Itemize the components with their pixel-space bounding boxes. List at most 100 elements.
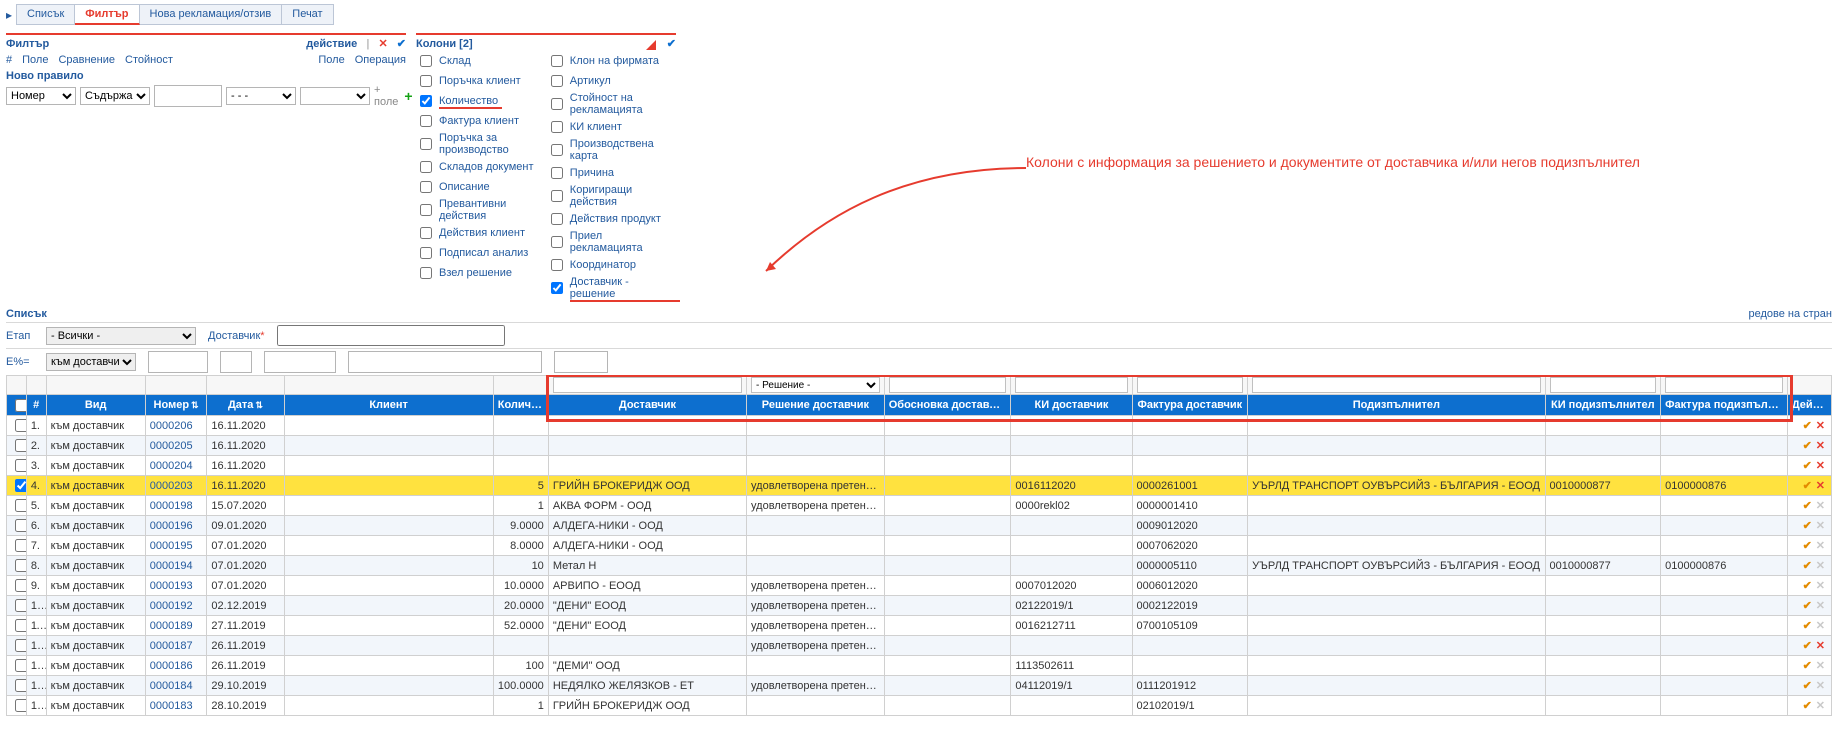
row-confirm-icon[interactable]: ✔ bbox=[1801, 460, 1814, 472]
fac-qty-input[interactable] bbox=[554, 351, 608, 373]
filter-apply-icon[interactable]: ✔ bbox=[397, 38, 406, 50]
row-confirm-icon[interactable]: ✔ bbox=[1801, 600, 1814, 612]
col-justification[interactable]: Обосновка доставчик bbox=[884, 395, 1011, 416]
column-toggle[interactable]: Склад bbox=[416, 52, 539, 70]
row-checkbox[interactable] bbox=[15, 559, 26, 572]
rule-field2-select[interactable] bbox=[300, 87, 370, 105]
row-number-link[interactable]: 0000203 bbox=[150, 480, 193, 492]
row-number-link[interactable]: 0000198 bbox=[150, 500, 193, 512]
row-checkbox[interactable] bbox=[15, 519, 26, 532]
column-toggle[interactable]: Количество bbox=[416, 92, 539, 110]
supplier-filter-input[interactable] bbox=[277, 325, 505, 346]
table-row[interactable]: 8.към доставчик000019407.01.202010Метал … bbox=[7, 556, 1832, 576]
column-toggle[interactable]: Фактура клиент bbox=[416, 112, 539, 130]
row-confirm-icon[interactable]: ✔ bbox=[1801, 480, 1814, 492]
filter-action-link[interactable]: действие bbox=[306, 38, 357, 50]
row-number-link[interactable]: 0000196 bbox=[150, 520, 193, 532]
row-checkbox[interactable] bbox=[15, 679, 26, 692]
row-confirm-icon[interactable]: ✔ bbox=[1801, 420, 1814, 432]
tab-2[interactable]: Нова рекламация/отзив bbox=[140, 4, 283, 25]
table-row[interactable]: 6.към доставчик000019609.01.20209.0000АЛ… bbox=[7, 516, 1832, 536]
table-row[interactable]: 11.към доставчик000018927.11.201952.0000… bbox=[7, 616, 1832, 636]
row-number-link[interactable]: 0000195 bbox=[150, 540, 193, 552]
table-row[interactable]: 14.към доставчик000018429.10.2019100.000… bbox=[7, 676, 1832, 696]
col-ci-sub[interactable]: КИ подизпълнител bbox=[1545, 395, 1661, 416]
table-row[interactable]: 5.към доставчик000019815.07.20201АКВА ФО… bbox=[7, 496, 1832, 516]
row-confirm-icon[interactable]: ✔ bbox=[1801, 440, 1814, 452]
row-delete-icon[interactable]: ✕ bbox=[1814, 460, 1827, 472]
fac-type-select[interactable]: към доставчи bbox=[46, 353, 136, 371]
col-subcontractor[interactable]: Подизпълнител bbox=[1248, 395, 1545, 416]
row-checkbox[interactable] bbox=[15, 439, 26, 452]
column-toggle[interactable]: Причина bbox=[547, 164, 676, 182]
tab-3[interactable]: Печат bbox=[282, 4, 333, 25]
fac-num-input[interactable] bbox=[148, 351, 208, 373]
row-confirm-icon[interactable]: ✔ bbox=[1801, 580, 1814, 592]
fac-date-input[interactable] bbox=[264, 351, 336, 373]
col-supplier[interactable]: Доставчик bbox=[548, 395, 746, 416]
row-number-link[interactable]: 0000205 bbox=[150, 440, 193, 452]
rule-op-select[interactable]: - - - bbox=[226, 87, 296, 105]
table-row[interactable]: 3.към доставчик000020416.11.2020✔✕ bbox=[7, 456, 1832, 476]
row-number-link[interactable]: 0000192 bbox=[150, 600, 193, 612]
rule-compare-select[interactable]: Съдържа bbox=[80, 87, 150, 105]
rule-add-icon[interactable]: + bbox=[404, 88, 412, 104]
column-toggle[interactable]: Описание bbox=[416, 178, 539, 196]
row-checkbox[interactable] bbox=[15, 699, 26, 712]
fac-small-input[interactable] bbox=[220, 351, 252, 373]
row-confirm-icon[interactable]: ✔ bbox=[1801, 700, 1814, 712]
col-number[interactable]: Номер⇅ bbox=[145, 395, 207, 416]
table-row[interactable]: 9.към доставчик000019307.01.202010.0000А… bbox=[7, 576, 1832, 596]
row-checkbox[interactable] bbox=[15, 659, 26, 672]
tab-1[interactable]: Филтър bbox=[75, 4, 139, 25]
column-toggle[interactable]: Приел рекламацията bbox=[547, 230, 676, 254]
filter-subcontractor-input[interactable] bbox=[1252, 377, 1540, 393]
row-delete-icon[interactable]: ✕ bbox=[1814, 420, 1827, 432]
col-invoice-sub[interactable]: Фактура подизпълнител bbox=[1661, 395, 1788, 416]
table-row[interactable]: 10.към доставчик000019202.12.201920.0000… bbox=[7, 596, 1832, 616]
column-toggle[interactable]: Подписал анализ bbox=[416, 244, 539, 262]
row-delete-icon[interactable]: ✕ bbox=[1814, 640, 1827, 652]
row-checkbox[interactable] bbox=[15, 599, 26, 612]
row-checkbox[interactable] bbox=[15, 539, 26, 552]
col-ci-supplier[interactable]: КИ доставчик bbox=[1011, 395, 1132, 416]
row-number-link[interactable]: 0000186 bbox=[150, 660, 193, 672]
col-idx[interactable]: # bbox=[26, 395, 46, 416]
table-row[interactable]: 2.към доставчик000020516.11.2020✔✕ bbox=[7, 436, 1832, 456]
row-number-link[interactable]: 0000204 bbox=[150, 460, 193, 472]
rule-value-input[interactable] bbox=[154, 85, 222, 107]
filter-ci-input[interactable] bbox=[1015, 377, 1127, 393]
row-checkbox[interactable] bbox=[15, 579, 26, 592]
column-toggle[interactable]: КИ клиент bbox=[547, 118, 676, 136]
filter-decision-select[interactable]: - Решение - bbox=[751, 377, 880, 393]
row-checkbox[interactable] bbox=[15, 499, 26, 512]
filter-supplier-input[interactable] bbox=[553, 377, 742, 393]
row-number-link[interactable]: 0000193 bbox=[150, 580, 193, 592]
column-toggle[interactable]: Стойност на рекламацията bbox=[547, 92, 676, 116]
row-confirm-icon[interactable]: ✔ bbox=[1801, 540, 1814, 552]
row-checkbox[interactable] bbox=[15, 419, 26, 432]
col-date[interactable]: Дата⇅ bbox=[207, 395, 284, 416]
column-toggle[interactable]: Взел решение bbox=[416, 264, 539, 282]
etap-select[interactable]: - Всички - bbox=[46, 327, 196, 345]
row-checkbox[interactable] bbox=[15, 619, 26, 632]
row-confirm-icon[interactable]: ✔ bbox=[1801, 560, 1814, 572]
col-client[interactable]: Клиент bbox=[284, 395, 493, 416]
filter-clear-icon[interactable]: ✕ bbox=[379, 38, 388, 50]
column-toggle[interactable]: Координатор bbox=[547, 256, 676, 274]
column-toggle[interactable]: Складов документ bbox=[416, 158, 539, 176]
filter-invoice-sub-input[interactable] bbox=[1665, 377, 1783, 393]
row-number-link[interactable]: 0000183 bbox=[150, 700, 193, 712]
column-toggle[interactable]: Производствена карта bbox=[547, 138, 676, 162]
row-checkbox[interactable] bbox=[15, 459, 26, 472]
table-row[interactable]: 13.към доставчик000018626.11.2019100"ДЕМ… bbox=[7, 656, 1832, 676]
filter-invoice-input[interactable] bbox=[1137, 377, 1244, 393]
col-decision[interactable]: Решение доставчик bbox=[747, 395, 885, 416]
column-toggle[interactable]: Превантивни действия bbox=[416, 198, 539, 222]
tab-0[interactable]: Списък bbox=[16, 4, 75, 25]
column-toggle[interactable]: Действия продукт bbox=[547, 210, 676, 228]
column-toggle[interactable]: Артикул bbox=[547, 72, 676, 90]
column-toggle[interactable]: Доставчик - решение bbox=[547, 276, 676, 300]
column-toggle[interactable]: Поръчка клиент bbox=[416, 72, 539, 90]
row-number-link[interactable]: 0000206 bbox=[150, 420, 193, 432]
